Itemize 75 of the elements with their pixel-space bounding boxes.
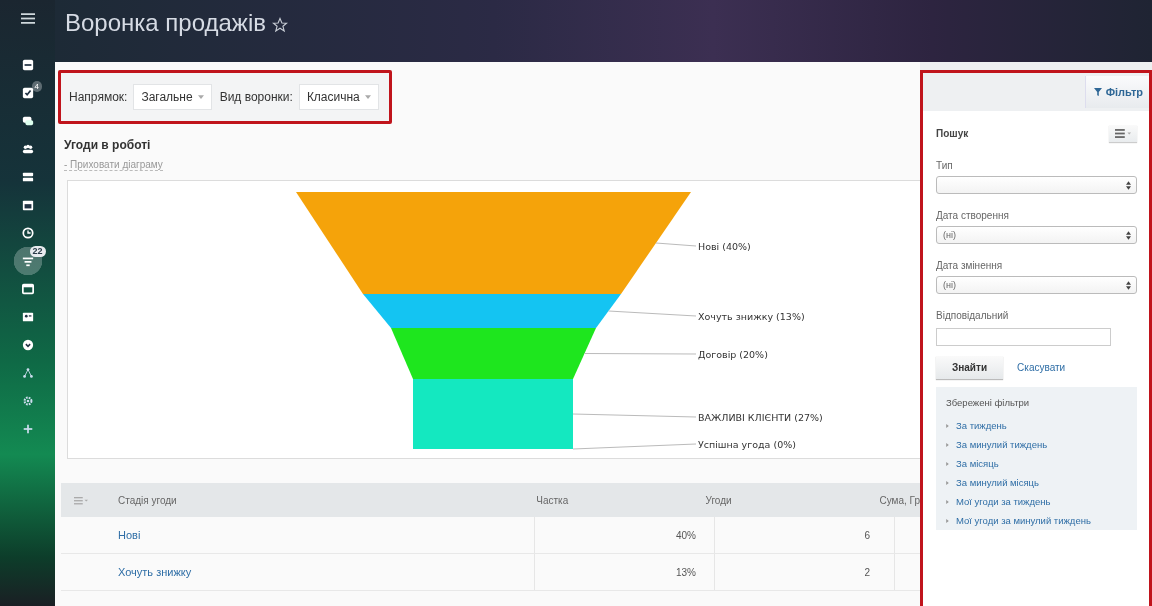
dropdown[interactable]: Класична bbox=[298, 84, 379, 110]
table-cell: 2 bbox=[714, 554, 894, 590]
sidebar-icon bbox=[21, 227, 34, 239]
funnel-label: Договір (20%) bbox=[698, 349, 768, 360]
sidebar-item[interactable]: 4 bbox=[7, 81, 48, 105]
find-button[interactable]: Знайти bbox=[936, 356, 1004, 379]
sidebar-icon bbox=[21, 283, 34, 295]
column-header[interactable]: Стадія угоди bbox=[118, 494, 537, 506]
column-header[interactable]: Сума, Гр bbox=[879, 494, 920, 506]
funnel-label: ВАЖЛИВІ КЛІЄНТИ (27%) bbox=[698, 412, 823, 423]
sidebar-icon bbox=[21, 115, 34, 127]
funnel-label: Успішна угода (0%) bbox=[698, 439, 796, 450]
sidebar-icon bbox=[21, 423, 34, 435]
saved-filter-link[interactable]: За місяць bbox=[956, 458, 999, 469]
menu-button[interactable] bbox=[1109, 125, 1137, 142]
saved-filter-link[interactable]: За минулий тиждень bbox=[956, 439, 1048, 450]
stage-link[interactable]: Нові bbox=[118, 529, 141, 541]
filter-icon bbox=[1093, 88, 1102, 96]
caret-icon bbox=[197, 95, 204, 99]
sidebar-icon bbox=[21, 59, 34, 71]
table-cell: 40% bbox=[534, 517, 714, 553]
sidebar-icon bbox=[21, 395, 34, 407]
section-title: Угоди в роботі bbox=[64, 138, 152, 152]
saved-filter-link[interactable]: Мої угоди за минулий тиждень bbox=[956, 515, 1091, 526]
sidebar-icon bbox=[21, 171, 34, 183]
updown-icon bbox=[1126, 230, 1131, 240]
sidebar-icon bbox=[21, 255, 34, 267]
field-label: Тип bbox=[936, 160, 954, 171]
field-label: Відповідальний bbox=[936, 310, 1010, 321]
column-header[interactable]: Угоди bbox=[705, 494, 880, 506]
updown-icon bbox=[1126, 280, 1131, 290]
funnel-label: Нові (40%) bbox=[698, 241, 751, 252]
counter-badge: 22 bbox=[29, 246, 46, 257]
dropdown[interactable]: Загальне bbox=[133, 84, 212, 110]
select-field[interactable]: (ні) bbox=[936, 226, 1137, 244]
saved-filter-link[interactable]: За тиждень bbox=[956, 420, 1007, 431]
sidebar-icon bbox=[21, 199, 34, 211]
field-label: Дата змінення bbox=[936, 260, 1004, 271]
sidebar-icon bbox=[21, 311, 34, 323]
stage-link[interactable]: Хочуть знижку bbox=[118, 566, 192, 578]
page-title: Воронка продажів bbox=[65, 8, 266, 38]
sidebar-icon bbox=[21, 339, 34, 351]
sidebar-icon bbox=[21, 87, 34, 99]
select-field[interactable] bbox=[936, 176, 1137, 194]
bullet-icon bbox=[946, 480, 949, 485]
field-label: Напрямок: bbox=[69, 90, 128, 104]
saved-filter-link[interactable]: Мої угоди за тиждень bbox=[956, 496, 1051, 507]
menu-icon bbox=[1115, 129, 1131, 138]
table-cell: 13% bbox=[534, 554, 714, 590]
menu-icon[interactable] bbox=[20, 12, 35, 25]
counter-badge: 4 bbox=[31, 81, 42, 92]
bullet-icon bbox=[946, 518, 949, 523]
cancel-link[interactable]: Скасувати bbox=[1017, 362, 1066, 373]
saved-filters-title: Збережені фільтри bbox=[946, 397, 1031, 408]
field-label: Дата створення bbox=[936, 210, 1010, 221]
search-title: Пошук bbox=[936, 128, 969, 139]
star-icon[interactable] bbox=[272, 17, 288, 33]
hide-chart-link[interactable]: - Приховати діаграму bbox=[64, 159, 163, 171]
bullet-icon bbox=[946, 423, 949, 428]
funnel-label: Хочуть знижку (13%) bbox=[698, 311, 805, 322]
caret-icon bbox=[364, 95, 371, 99]
select-field[interactable]: (ні) bbox=[936, 276, 1137, 294]
table-cell: 6 bbox=[714, 517, 894, 553]
saved-filter-link[interactable]: За минулий місяць bbox=[956, 477, 1039, 488]
column-header[interactable]: Частка bbox=[536, 494, 706, 506]
field-label: Вид воронки: bbox=[219, 90, 293, 104]
bullet-icon bbox=[946, 461, 949, 466]
sidebar-icon bbox=[21, 367, 34, 379]
updown-icon bbox=[1126, 180, 1131, 190]
filter-button[interactable]: Фільтр bbox=[1084, 76, 1149, 108]
bullet-icon bbox=[946, 499, 949, 504]
leader-line bbox=[655, 242, 697, 247]
sidebar-icon bbox=[21, 143, 34, 155]
bullet-icon bbox=[946, 442, 949, 447]
input-field[interactable] bbox=[936, 328, 1111, 346]
